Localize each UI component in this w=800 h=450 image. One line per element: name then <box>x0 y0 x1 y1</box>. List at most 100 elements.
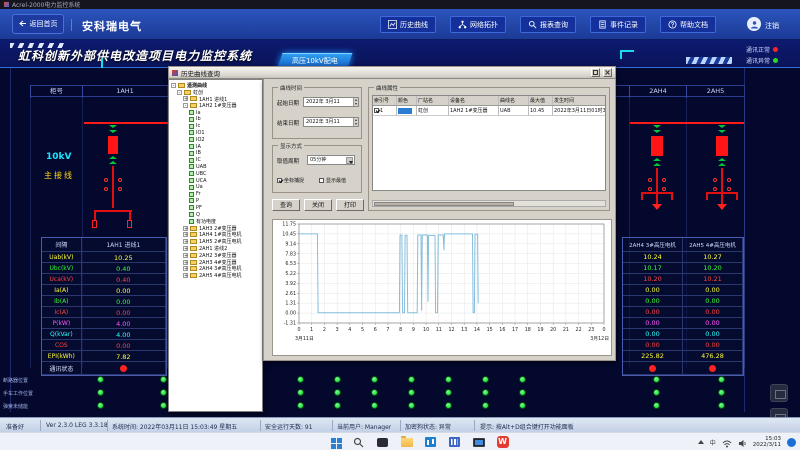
curve-checkbox-icon[interactable] <box>189 110 194 115</box>
expand-icon[interactable]: + <box>183 226 188 231</box>
expand-icon[interactable]: + <box>183 96 188 101</box>
tree-node[interactable]: IO1 <box>170 130 262 137</box>
tree-node[interactable]: IB <box>170 150 262 157</box>
scada-app-icon[interactable] <box>472 436 485 449</box>
curve-checkbox-icon[interactable] <box>189 151 194 156</box>
tree-node[interactable]: UCA <box>170 177 262 184</box>
collapse-icon[interactable]: - <box>171 83 176 88</box>
start-date-field[interactable]: 2022年 3月11 <box>303 97 359 107</box>
wps-icon[interactable]: W <box>496 436 509 449</box>
curve-checkbox-icon[interactable] <box>189 171 194 176</box>
close-button[interactable]: 关闭 <box>304 199 332 211</box>
checkbox-icon[interactable] <box>319 178 324 183</box>
end-date-field[interactable]: 2022年 3月11 <box>303 117 359 127</box>
tree-node[interactable]: -遥测曲线 <box>170 82 262 89</box>
tree-node[interactable]: Ua <box>170 184 262 191</box>
cyan-corner-bracket <box>620 50 634 59</box>
show-max-checkbox[interactable]: 显示最值 <box>319 177 346 184</box>
expand-icon[interactable]: + <box>183 246 188 251</box>
app-chart-icon[interactable] <box>424 436 437 449</box>
curve-checkbox-icon[interactable] <box>189 124 194 129</box>
curve-checkbox-icon[interactable] <box>189 164 194 169</box>
spinner-icon[interactable] <box>353 118 358 126</box>
period-dropdown[interactable]: 05分钟 <box>307 155 355 165</box>
print-button[interactable]: 打印 <box>336 199 364 211</box>
curve-checkbox-icon[interactable] <box>189 158 194 163</box>
curve-checkbox-icon[interactable] <box>189 212 194 217</box>
checkbox-icon[interactable] <box>374 108 379 113</box>
props-row[interactable]: 1虹创1AH2 1#变压器UAB10.452022年3月11日01时32分 <box>373 106 605 116</box>
curve-checkbox-icon[interactable] <box>189 130 194 135</box>
curve-checkbox-icon[interactable] <box>189 117 194 122</box>
curve-checkbox-icon[interactable] <box>189 219 194 224</box>
scrollbar-thumb[interactable] <box>374 202 514 206</box>
nav-history-curve-button[interactable]: 历史曲线 <box>380 16 436 33</box>
tree-node[interactable]: Ib <box>170 116 262 123</box>
app-table-icon[interactable] <box>448 436 461 449</box>
breaker-symbol[interactable] <box>651 136 663 156</box>
curve-checkbox-icon[interactable] <box>189 192 194 197</box>
tree-node-label: UAB <box>196 164 207 170</box>
tree-node[interactable]: IO2 <box>170 136 262 143</box>
logout-button[interactable]: 注销 <box>765 21 779 31</box>
query-button[interactable]: 查询 <box>272 199 300 211</box>
curve-tree-panel[interactable]: -遥测曲线-虹创+1AH1 进线1-1AH2 1#变压器IaIbIcIO1IO2… <box>168 79 263 412</box>
breaker-chevron-icon <box>718 163 726 166</box>
param-label: EPI(kWh) <box>42 351 82 361</box>
tree-node[interactable]: PF <box>170 204 262 211</box>
task-view-icon[interactable] <box>376 436 389 449</box>
curve-checkbox-icon[interactable] <box>189 185 194 190</box>
user-avatar-icon[interactable] <box>747 17 761 31</box>
checkbox-icon[interactable] <box>277 178 282 183</box>
speaker-icon[interactable] <box>738 433 747 450</box>
dialog-titlebar[interactable]: 历史曲线查询 <box>168 66 616 79</box>
comm-status-row <box>623 362 743 375</box>
breaker-symbol[interactable] <box>716 136 728 156</box>
tree-node[interactable]: P <box>170 198 262 205</box>
nav-event-log-button[interactable]: 事件记录 <box>590 16 646 33</box>
close-icon[interactable] <box>603 68 612 77</box>
expand-icon[interactable]: + <box>183 232 188 237</box>
tree-node[interactable]: Fr <box>170 191 262 198</box>
expand-icon[interactable]: + <box>183 273 188 278</box>
tray-chevron-up-icon[interactable] <box>698 440 704 444</box>
tree-node[interactable]: +2AH5 4#高压电机 <box>170 272 262 279</box>
search-icon[interactable] <box>352 436 365 449</box>
curve-checkbox-icon[interactable] <box>189 144 194 149</box>
nav-help-doc-button[interactable]: 帮助文档 <box>660 16 716 33</box>
side-panel-button-1[interactable] <box>770 384 788 402</box>
breaker-symbol[interactable] <box>108 136 118 154</box>
tree-node[interactable]: IA <box>170 143 262 150</box>
back-home-button[interactable]: 返回首页 <box>12 14 64 34</box>
ime-indicator[interactable]: 中 <box>710 438 716 447</box>
horizontal-scrollbar[interactable] <box>372 200 606 207</box>
nav-network-topology-button[interactable]: 网络拓扑 <box>450 16 506 33</box>
collapse-icon[interactable]: - <box>183 103 188 108</box>
chevron-down-icon[interactable] <box>346 157 353 164</box>
tree-node[interactable]: Ia <box>170 109 262 116</box>
restore-window-icon[interactable] <box>591 68 600 77</box>
taskbar-clock[interactable]: 15:03 2022/3/11 <box>753 436 781 449</box>
expand-icon[interactable]: + <box>183 266 188 271</box>
expand-icon[interactable]: + <box>183 260 188 265</box>
spinner-icon[interactable] <box>353 98 358 106</box>
file-explorer-icon[interactable] <box>400 436 413 449</box>
collapse-icon[interactable]: - <box>177 90 182 95</box>
tree-node[interactable]: Ic <box>170 123 262 130</box>
curve-checkbox-icon[interactable] <box>189 198 194 203</box>
tree-node[interactable]: UBC <box>170 170 262 177</box>
start-button-icon[interactable] <box>328 436 341 449</box>
expand-icon[interactable]: + <box>183 253 188 258</box>
curve-checkbox-icon[interactable] <box>189 178 194 183</box>
curve-checkbox-icon[interactable] <box>189 137 194 142</box>
curve-checkbox-icon[interactable] <box>189 205 194 210</box>
expand-icon[interactable]: + <box>183 239 188 244</box>
nav-report-query-button[interactable]: 报表查询 <box>520 16 576 33</box>
tree-node[interactable]: IC <box>170 157 262 164</box>
table-value: 10.25 <box>82 252 166 263</box>
tree-node[interactable]: -1AH2 1#变压器 <box>170 102 262 109</box>
tree-node[interactable]: UAB <box>170 164 262 171</box>
snap-checkbox[interactable]: 坐标捕捉 <box>277 177 304 184</box>
notification-badge[interactable] <box>787 438 796 447</box>
wifi-icon[interactable] <box>722 433 732 450</box>
